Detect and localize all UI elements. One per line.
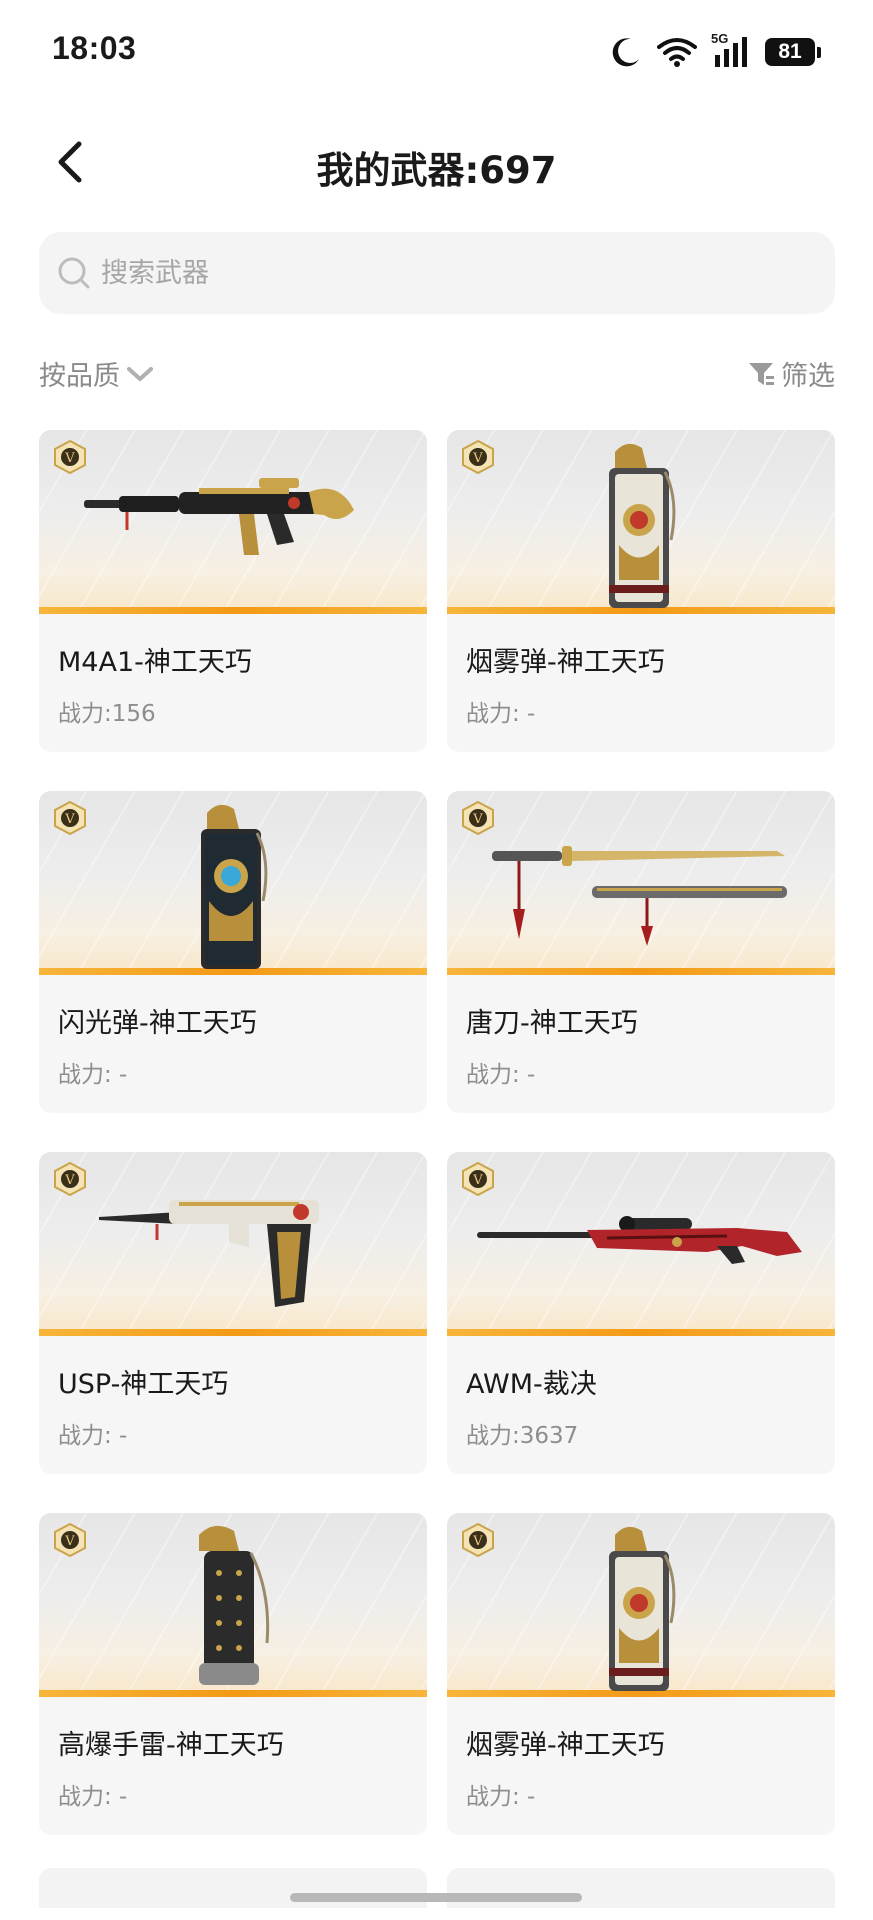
- v-badge-icon: V: [462, 440, 494, 474]
- search-icon: [58, 257, 90, 289]
- moon-icon: [612, 38, 639, 67]
- weapon-image: V: [447, 430, 835, 614]
- sort-dropdown[interactable]: 按品质: [39, 354, 154, 393]
- he-grenade-icon: [199, 1525, 270, 1685]
- weapon-power: 战力: -: [58, 1423, 128, 1449]
- svg-text:V: V: [64, 812, 75, 827]
- chevron-down-icon: [127, 366, 153, 381]
- svg-text:V: V: [472, 451, 483, 466]
- svg-text:V: V: [64, 1173, 75, 1188]
- weapon-image: V: [39, 1513, 427, 1697]
- svg-text:V: V: [472, 812, 483, 827]
- 5g-signal-icon: 5G: [711, 31, 751, 69]
- svg-text:V: V: [64, 451, 75, 466]
- weapon-power: 战力: -: [466, 1062, 536, 1088]
- weapon-image: V: [39, 1152, 427, 1336]
- weapon-power: 战力: -: [466, 1784, 536, 1810]
- weapon-image: V: [447, 1513, 835, 1697]
- home-indicator[interactable]: [290, 1893, 582, 1902]
- weapon-card[interactable]: V USP-神工天巧 战力: -: [39, 1152, 427, 1474]
- weapon-card[interactable]: V M4A1-神工天巧 战力:156: [39, 430, 427, 752]
- weapon-power: 战力:156: [58, 701, 156, 727]
- status-icons: 5G 81: [609, 31, 821, 70]
- svg-text:V: V: [472, 1173, 483, 1188]
- weapon-name: 唐刀-神工天巧: [466, 1008, 638, 1039]
- weapon-grid: V M4A1-神工天巧 战力:156 V 烟雾弹-神工天巧 战力: - V 闪光…: [39, 430, 835, 1835]
- weapon-name: AWM-裁决: [466, 1369, 597, 1400]
- v-badge-icon: V: [462, 1162, 494, 1196]
- weapon-name: USP-神工天巧: [58, 1369, 229, 1400]
- weapon-name: 高爆手雷-神工天巧: [58, 1730, 284, 1761]
- flash-grenade-icon: [201, 804, 268, 969]
- svg-text:V: V: [64, 1534, 75, 1549]
- weapon-card[interactable]: V 烟雾弹-神工天巧 战力: -: [447, 1513, 835, 1835]
- search-bar[interactable]: [39, 232, 835, 314]
- weapon-card-peek[interactable]: [447, 1868, 835, 1908]
- weapon-power: 战力:3637: [466, 1423, 579, 1449]
- weapon-image: V: [39, 791, 427, 975]
- weapon-image: V: [447, 791, 835, 975]
- battery-icon: 81: [765, 38, 821, 66]
- weapon-card[interactable]: V 唐刀-神工天巧 战力: -: [447, 791, 835, 1113]
- page-title: 我的武器:697: [316, 149, 557, 192]
- weapon-name: 烟雾弹-神工天巧: [466, 647, 665, 678]
- weapon-power: 战力: -: [466, 701, 536, 727]
- v-badge-icon: V: [54, 1162, 86, 1196]
- weapon-name: M4A1-神工天巧: [58, 647, 252, 678]
- sort-label: 按品质: [39, 361, 120, 392]
- filter-button[interactable]: 筛选: [747, 354, 835, 393]
- v-badge-icon: V: [462, 1523, 494, 1557]
- sniper-rifle-icon: [477, 1216, 802, 1264]
- weapon-card[interactable]: V 高爆手雷-神工天巧 战力: -: [39, 1513, 427, 1835]
- weapon-name: 烟雾弹-神工天巧: [466, 1730, 665, 1761]
- weapon-card[interactable]: V 烟雾弹-神工天巧 战力: -: [447, 430, 835, 752]
- v-badge-icon: V: [54, 440, 86, 474]
- sword-icon: [492, 846, 787, 946]
- weapon-card-peek[interactable]: [39, 1868, 427, 1908]
- v-badge-icon: V: [54, 1523, 86, 1557]
- header: 我的武器:697: [0, 118, 873, 208]
- v-badge-icon: V: [54, 801, 86, 835]
- wifi-icon: [657, 38, 697, 67]
- weapon-name: 闪光弹-神工天巧: [58, 1008, 257, 1039]
- smoke-grenade-icon: [609, 443, 676, 608]
- battery-level: 81: [765, 38, 815, 66]
- weapon-power: 战力: -: [58, 1784, 128, 1810]
- weapon-power: 战力: -: [58, 1062, 128, 1088]
- weapon-card[interactable]: V 闪光弹-神工天巧 战力: -: [39, 791, 427, 1113]
- filter-label: 筛选: [781, 361, 835, 392]
- v-badge-icon: V: [462, 801, 494, 835]
- list-controls: 按品质 筛选: [39, 350, 835, 400]
- rifle-icon: [84, 478, 354, 555]
- smoke-grenade-icon: [609, 1526, 676, 1691]
- svg-text:V: V: [472, 1534, 483, 1549]
- pistol-icon: [99, 1200, 319, 1307]
- status-bar: 18:03 5G 81: [0, 0, 873, 100]
- filter-icon: [749, 362, 774, 385]
- weapon-image: V: [39, 430, 427, 614]
- weapon-image: V: [447, 1152, 835, 1336]
- search-input[interactable]: [101, 257, 801, 289]
- weapon-card[interactable]: V AWM-裁决 战力:3637: [447, 1152, 835, 1474]
- status-time: 18:03: [52, 30, 137, 66]
